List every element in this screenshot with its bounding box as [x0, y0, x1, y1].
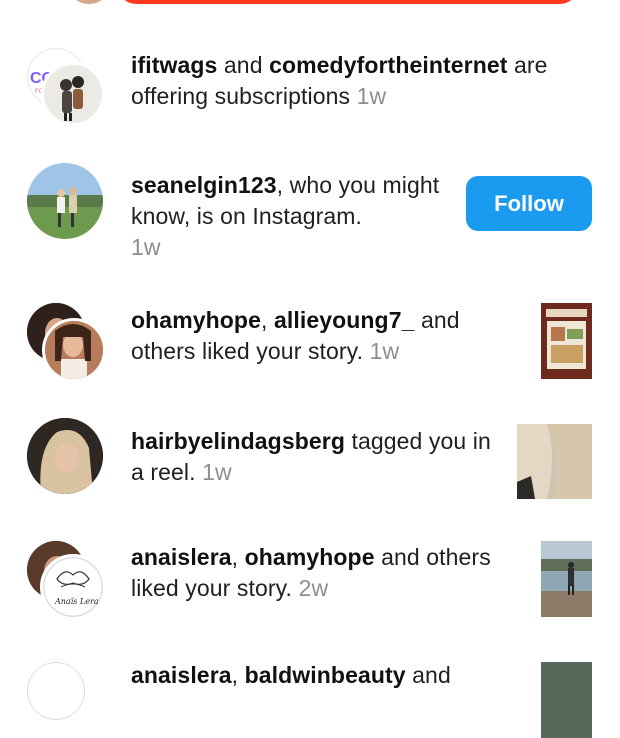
avatar-user[interactable] [27, 662, 85, 720]
notification-text: hairbyelindagsberg tagged you in a reel.… [131, 428, 491, 485]
notification-text: anaislera, ohamyhope and others liked yo… [131, 544, 491, 601]
timestamp: 1w [369, 338, 400, 364]
lake-image [541, 541, 592, 617]
timestamp: 2w [298, 575, 329, 601]
reel-thumbnail[interactable] [517, 424, 592, 499]
username-link[interactable]: comedyfortheinternet [269, 52, 507, 78]
story-thumbnail[interactable] [541, 662, 592, 738]
username-link[interactable]: ifitwags [131, 52, 217, 78]
signature-logo: Anaïs Lera [43, 557, 103, 617]
avatar-user[interactable] [41, 62, 105, 126]
username-link[interactable]: hairbyelindagsberg [131, 428, 345, 454]
person-photo [27, 418, 103, 494]
username-link[interactable]: allieyoung7_ [274, 307, 415, 333]
follow-button[interactable]: Follow [466, 176, 592, 231]
username-link[interactable]: ohamyhope [245, 544, 375, 570]
username-link[interactable]: anaislera [131, 544, 232, 570]
notification-text: seanelgin123, who you might know, is on … [131, 172, 440, 260]
svg-text:Anaïs Lera: Anaïs Lera [54, 597, 99, 606]
avatar[interactable] [27, 418, 103, 494]
golf-photo [27, 163, 103, 239]
person-photo [45, 321, 103, 379]
notification-text: ohamyhope, allieyoung7_ and others liked… [131, 307, 460, 364]
avatar[interactable] [72, 0, 106, 4]
username-link[interactable]: seanelgin123 [131, 172, 277, 198]
person-photo [44, 65, 102, 123]
timestamp: 1w [131, 234, 161, 260]
timestamp: 1w [356, 83, 387, 109]
timestamp: 1w [202, 459, 232, 485]
username-link[interactable]: ohamyhope [131, 307, 261, 333]
username-link[interactable]: baldwinbeauty [245, 662, 406, 688]
story-thumbnail[interactable] [541, 541, 592, 617]
avatar[interactable] [27, 163, 103, 239]
notification-text: ifitwags and comedyfortheinternet are of… [131, 52, 548, 109]
hair-image [517, 424, 592, 499]
story-thumbnail[interactable] [541, 303, 592, 379]
story-image [541, 303, 592, 379]
avatar-user[interactable] [42, 318, 106, 382]
notification-text: anaislera, baldwinbeauty and [131, 662, 451, 688]
action-button[interactable] [118, 0, 578, 4]
username-link[interactable]: anaislera [131, 662, 232, 688]
avatar-user[interactable]: Anaïs Lera [40, 554, 106, 620]
